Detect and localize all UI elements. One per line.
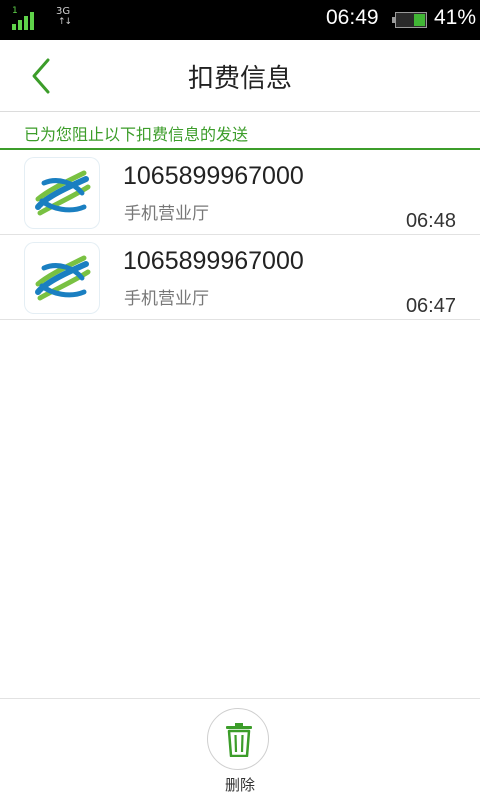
blocked-message-list: 1065899967000 手机营业厅 06:48 1065899967000 …: [0, 150, 480, 320]
signal-strength-icon: 1: [12, 6, 38, 30]
list-item[interactable]: 1065899967000 手机营业厅 06:48: [0, 150, 480, 235]
sender-number: 1065899967000: [123, 247, 304, 275]
message-time: 06:47: [405, 295, 456, 317]
list-item[interactable]: 1065899967000 手机营业厅 06:47: [0, 235, 480, 320]
trash-icon: [226, 723, 252, 757]
status-clock: 06:49: [326, 6, 379, 29]
battery-icon: [392, 12, 427, 28]
delete-button[interactable]: [207, 708, 269, 770]
bottom-action-bar: 删除: [0, 698, 480, 800]
blocked-notice: 已为您阻止以下扣费信息的发送: [0, 113, 480, 150]
network-type-indicator: 3G ↑↓: [56, 6, 78, 32]
blocked-notice-text: 已为您阻止以下扣费信息的发送: [24, 125, 249, 144]
sender-name: 手机营业厅: [124, 204, 209, 224]
status-bar: 1 3G ↑↓ 06:49 41%: [0, 0, 480, 40]
message-time: 06:48: [405, 210, 456, 232]
sender-number: 1065899967000: [123, 162, 304, 190]
battery-percent: 41%: [434, 6, 477, 29]
china-mobile-logo-icon: [24, 157, 100, 229]
page-title: 扣费信息: [187, 64, 292, 94]
china-mobile-logo-icon: [24, 242, 100, 314]
battery-level-fill: [414, 14, 425, 26]
network-type-label: 3G: [56, 6, 71, 17]
app-header: 扣费信息: [0, 40, 480, 112]
sender-name: 手机营业厅: [124, 289, 209, 309]
data-activity-icon: ↑↓: [58, 17, 72, 27]
sim-slot-label: 1: [12, 6, 18, 16]
delete-label: 删除: [224, 776, 255, 794]
